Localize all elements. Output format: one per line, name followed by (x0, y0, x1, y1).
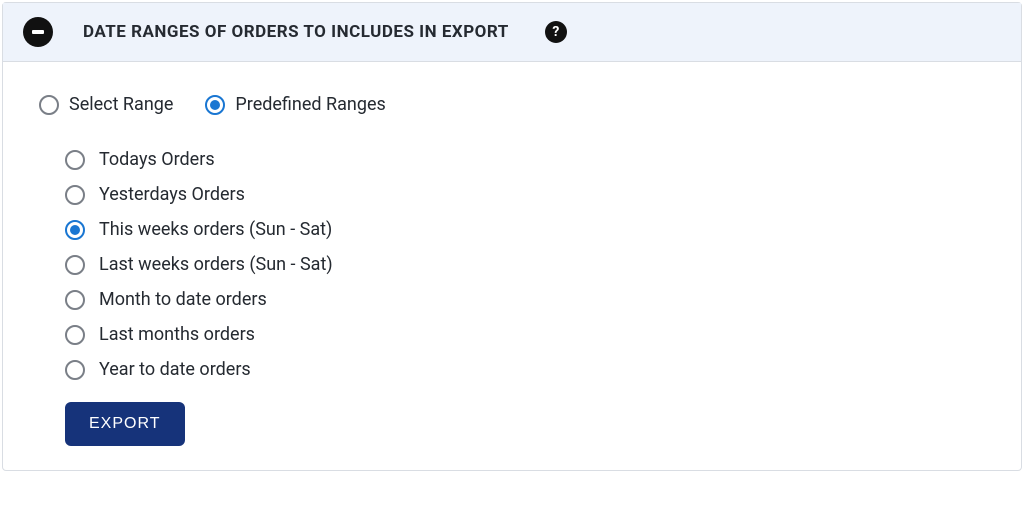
preset-list: Todays Orders Yesterdays Orders This weeks… (39, 149, 985, 380)
mode-predefined-ranges[interactable]: Predefined Ranges (205, 94, 385, 115)
preset-option[interactable]: Month to date orders (65, 289, 985, 310)
panel-title: DATE RANGES OF ORDERS TO INCLUDES IN EXP… (83, 22, 509, 42)
mode-label: Select Range (69, 94, 173, 115)
preset-label: Todays Orders (99, 149, 215, 170)
radio-icon (65, 290, 85, 310)
panel-body: Select Range Predefined Ranges Todays Or… (3, 62, 1021, 470)
radio-icon (39, 95, 59, 115)
mode-label: Predefined Ranges (235, 94, 385, 115)
preset-label: Yesterdays Orders (99, 184, 245, 205)
preset-label: Year to date orders (99, 359, 251, 380)
preset-option[interactable]: Todays Orders (65, 149, 985, 170)
radio-icon (65, 185, 85, 205)
radio-icon (65, 255, 85, 275)
radio-icon (65, 220, 85, 240)
preset-option[interactable]: Yesterdays Orders (65, 184, 985, 205)
help-icon[interactable]: ? (545, 21, 567, 43)
preset-option[interactable]: This weeks orders (Sun - Sat) (65, 219, 985, 240)
preset-option[interactable]: Year to date orders (65, 359, 985, 380)
radio-icon (65, 150, 85, 170)
preset-option[interactable]: Last weeks orders (Sun - Sat) (65, 254, 985, 275)
preset-label: Last months orders (99, 324, 255, 345)
preset-label: Last weeks orders (Sun - Sat) (99, 254, 333, 275)
collapse-toggle[interactable] (23, 17, 53, 47)
range-mode-group: Select Range Predefined Ranges (39, 94, 985, 115)
preset-label: Month to date orders (99, 289, 267, 310)
mode-select-range[interactable]: Select Range (39, 94, 173, 115)
preset-option[interactable]: Last months orders (65, 324, 985, 345)
export-button[interactable]: EXPORT (65, 402, 185, 446)
minus-icon (32, 30, 44, 34)
date-range-panel: DATE RANGES OF ORDERS TO INCLUDES IN EXP… (2, 2, 1022, 471)
radio-icon (205, 95, 225, 115)
radio-icon (65, 325, 85, 345)
panel-header: DATE RANGES OF ORDERS TO INCLUDES IN EXP… (3, 3, 1021, 62)
preset-label: This weeks orders (Sun - Sat) (99, 219, 332, 240)
radio-icon (65, 360, 85, 380)
